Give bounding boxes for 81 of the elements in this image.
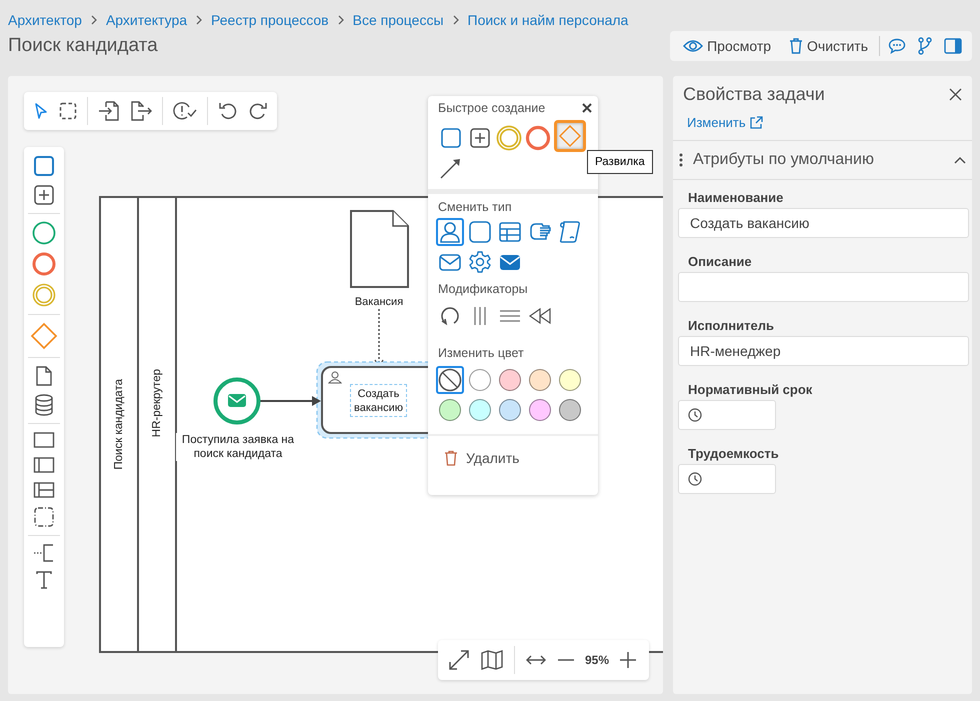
chat-bubble-icon [888, 38, 906, 54]
field-label: Описание [687, 254, 753, 269]
clock-icon [688, 408, 702, 422]
document-icon[interactable] [35, 365, 53, 387]
section-heading: Сменить тип [437, 199, 513, 216]
map-icon[interactable] [480, 649, 504, 671]
duration-field[interactable] [678, 400, 776, 430]
pool-icon[interactable] [33, 431, 55, 449]
task-icon[interactable] [33, 155, 55, 177]
duration-field[interactable] [678, 464, 776, 494]
field-label: Исполнитель [687, 318, 775, 333]
task-button[interactable] [438, 125, 464, 151]
side-panel-icon [944, 38, 962, 54]
edit-link[interactable]: Изменить [687, 115, 763, 130]
trash-icon [444, 450, 458, 466]
section-title: Атрибуты по умолчанию [693, 151, 875, 169]
clock-icon [688, 472, 702, 486]
text-field[interactable]: Создать вакансию [678, 208, 969, 238]
text-field[interactable]: HR-менеджер [678, 336, 969, 366]
field-label: Нормативный срок [687, 382, 814, 397]
fit-screen-icon[interactable] [448, 649, 470, 671]
end-event-icon[interactable] [32, 252, 56, 276]
section-header[interactable]: Атрибуты по умолчанию [673, 140, 972, 180]
breadcrumb-link[interactable]: Все процессы [352, 12, 444, 28]
task-label: Создать вакансию [350, 384, 407, 417]
view-button[interactable]: Просмотр [674, 34, 780, 58]
import-icon[interactable] [98, 101, 120, 121]
marquee-select-icon[interactable] [59, 102, 77, 120]
zoom-level: 95% [585, 653, 610, 667]
delete-button[interactable]: Удалить [428, 436, 536, 480]
menu-title: Быстрое создание [438, 101, 546, 115]
annotation-icon[interactable] [33, 543, 55, 563]
clear-button[interactable]: Очистить [780, 34, 877, 58]
tooltip: Развилка [587, 150, 653, 174]
breadcrumb-link[interactable]: Архитектор [8, 12, 82, 28]
field-label: Наименование [687, 190, 784, 205]
end-event-button[interactable] [525, 125, 551, 151]
lane-icon[interactable] [33, 456, 55, 474]
panel-title: Свойства задачи [683, 84, 825, 105]
caret-icon [954, 156, 966, 164]
section-heading: Изменить цвет [437, 345, 525, 362]
field-label: Трудоемкость [687, 446, 780, 461]
chevron-icon [452, 15, 460, 25]
split-lane-icon[interactable] [33, 481, 55, 499]
breadcrumb-link[interactable]: Реестр процессов [211, 12, 329, 28]
chevron-icon [195, 15, 204, 25]
zoom-in-icon[interactable] [619, 651, 638, 669]
text-field[interactable] [678, 272, 969, 302]
close-icon[interactable] [949, 88, 962, 101]
validate-icon[interactable] [173, 101, 197, 121]
drag-handle-icon [679, 153, 683, 167]
user-task-button[interactable] [436, 218, 464, 246]
trash-icon [789, 38, 804, 54]
external-link-icon [748, 116, 763, 130]
fit-width-icon[interactable] [525, 653, 547, 667]
export-icon[interactable] [130, 101, 152, 121]
breadcrumb-link[interactable]: Поиск и найм персонала [468, 12, 628, 28]
no-color-icon [438, 368, 462, 392]
chevron-icon [90, 15, 98, 25]
sequence-flow-arrow [260, 396, 321, 406]
task-button[interactable] [466, 218, 494, 246]
page-title: Поиск кандидата [8, 35, 158, 57]
database-icon[interactable] [34, 394, 54, 416]
chevron-icon [336, 15, 345, 25]
document-label: Вакансия [354, 296, 404, 308]
breadcrumb-link[interactable]: Архитектура [106, 12, 188, 28]
eye-icon [683, 39, 704, 53]
subprocess-icon[interactable] [33, 184, 55, 206]
undo-icon[interactable] [218, 101, 238, 121]
text-tool-icon[interactable] [35, 570, 53, 590]
redo-icon[interactable] [248, 101, 268, 121]
branch-icon [918, 37, 932, 55]
lane-label: Поиск кандидата [113, 379, 125, 470]
pointer-icon[interactable] [33, 102, 49, 120]
lane-label: HR-рекрутер [151, 369, 163, 438]
gateway-icon[interactable] [30, 322, 58, 350]
section-heading: Модификаторы [437, 281, 529, 298]
close-icon[interactable] [582, 103, 592, 113]
no-color-button[interactable] [436, 366, 464, 394]
start-event-icon[interactable] [32, 221, 56, 245]
group-icon[interactable] [33, 506, 55, 528]
